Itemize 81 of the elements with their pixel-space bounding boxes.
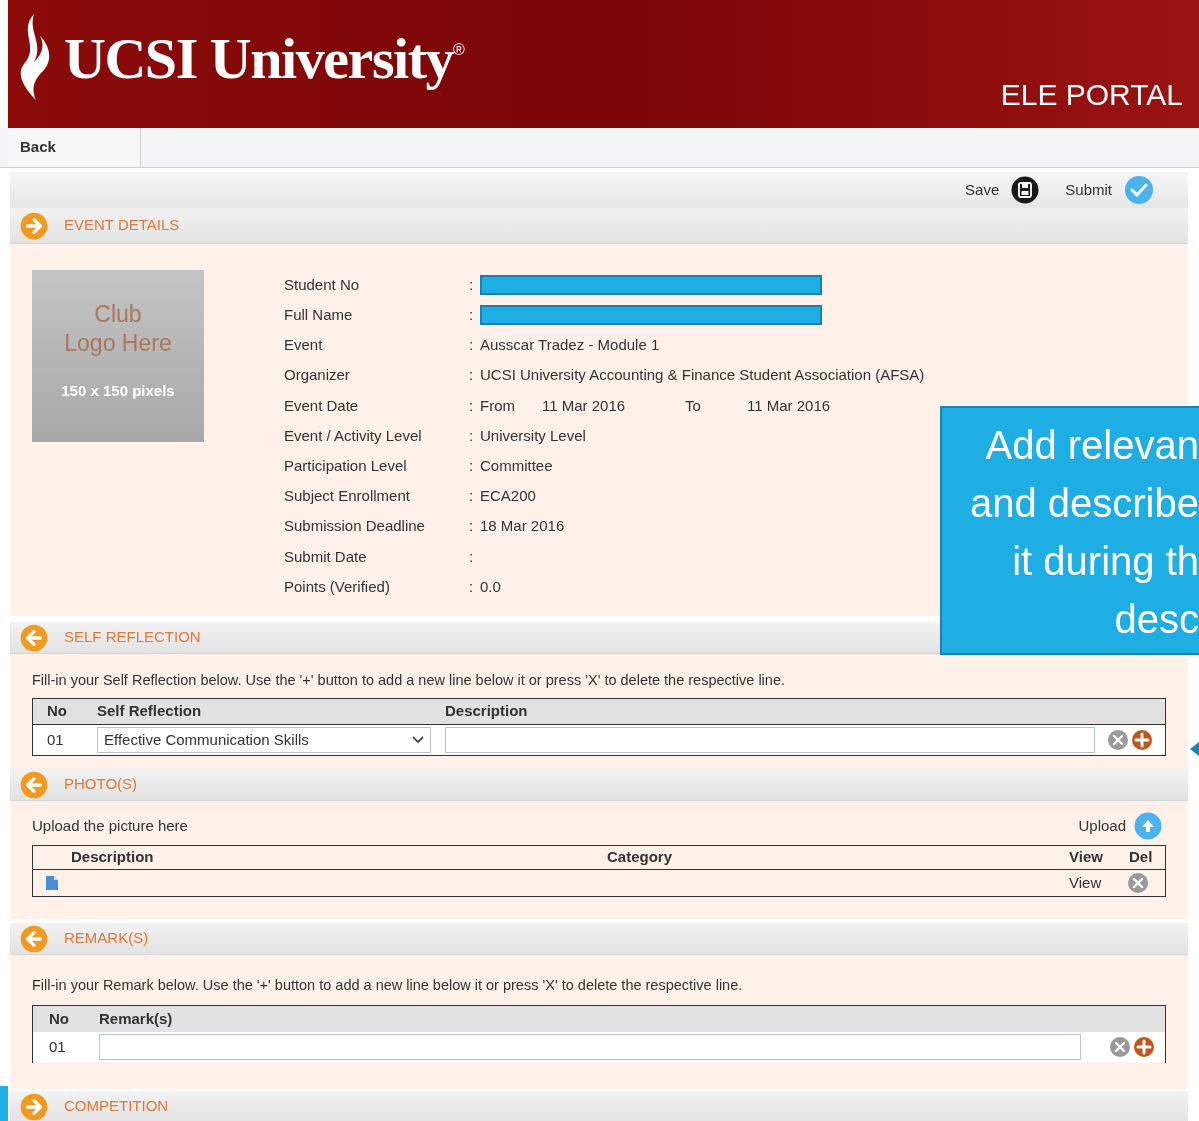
row-number: 01 [46, 729, 65, 750]
field-colon: : [469, 395, 475, 416]
field-value: ECA200 [480, 486, 536, 507]
add-icon[interactable] [1131, 728, 1153, 751]
field-colon: : [469, 455, 475, 476]
submit-button[interactable]: Submit [1065, 175, 1154, 205]
field-value: 18 Mar 2016 [480, 516, 565, 537]
section-title: COMPETITION [64, 1096, 169, 1117]
section-title: SELF REFLECTION [64, 627, 201, 648]
column-header: Category [607, 847, 674, 868]
placeholder-text: Logo Here [64, 329, 172, 358]
section-title: REMARK(S) [64, 928, 149, 949]
field-value: 0.0 [480, 576, 501, 597]
registered-mark: ® [453, 41, 465, 58]
field-colon: : [469, 335, 475, 356]
column-header: Self Reflection [97, 701, 203, 721]
delete-icon[interactable] [1127, 872, 1150, 894]
save-button[interactable]: Save [965, 176, 1040, 204]
column-header: No [48, 1008, 70, 1029]
field-label: Submit Date [284, 546, 368, 567]
field-label: Subject Enrollment [284, 486, 411, 507]
field-colon: : [469, 274, 475, 295]
university-name: UCSI University [64, 24, 454, 93]
upload-button[interactable]: Upload [1078, 812, 1162, 840]
field-label: Participation Level [284, 455, 408, 476]
row-number: 01 [48, 1036, 67, 1057]
skill-dropdown[interactable]: Effective Communication Skills [97, 726, 431, 753]
field-value: University Level [480, 425, 586, 446]
portal-title: ELE PORTAL [1000, 77, 1183, 113]
field-value: Committee [480, 455, 553, 476]
field-value: UCSI University Accounting & Finance Student Association (AFSA) [480, 365, 925, 386]
field-value: 11 Mar 2016 [542, 395, 627, 416]
column-header: View [1069, 847, 1104, 868]
checkmark-icon[interactable] [1124, 175, 1154, 205]
field-colon: : [469, 305, 475, 326]
field-value: To [685, 395, 702, 416]
column-header: Description [70, 847, 155, 868]
field-label: Event [284, 335, 324, 356]
field-label: Event Date [284, 395, 360, 416]
column-header: No [46, 701, 68, 721]
instruction-text: Fill-in your Self Reflection below. Use the '+' button to add a new line below it or press 'X' to delete the respective line. [32, 671, 786, 690]
chevron-down-icon [412, 735, 424, 744]
remark-field[interactable] [99, 1033, 1081, 1060]
field-colon: : [469, 486, 475, 507]
field-value: From [480, 395, 516, 416]
field-label: Organizer [284, 365, 351, 386]
field-label: Student No [284, 274, 361, 295]
placeholder-text: Club [94, 300, 142, 329]
callout-text: Add relevan [985, 422, 1199, 469]
add-icon[interactable] [1133, 1035, 1155, 1058]
field-value: Ausscar Tradez - Module 1 [480, 335, 660, 356]
delete-icon[interactable] [1109, 1035, 1131, 1058]
field-label: Full Name [284, 305, 354, 326]
column-header: Remark(s) [99, 1008, 173, 1029]
delete-icon[interactable] [1107, 728, 1129, 751]
description-field[interactable] [445, 726, 1095, 753]
field-value: 11 Mar 2016 [747, 395, 831, 416]
section-title: EVENT DETAILS [64, 215, 180, 236]
field-colon: : [469, 516, 475, 537]
field-label: Submission Deadline [284, 516, 426, 537]
instruction-text: Upload the picture here [32, 815, 188, 836]
field-colon: : [469, 576, 475, 597]
view-link[interactable]: View [1069, 871, 1102, 895]
instruction-text: Fill-in your Remark below. Use the '+' button to add a new line below it or press 'X' to delete the respective line. [32, 976, 744, 995]
placeholder-size: 150 x 150 pixels [61, 381, 175, 401]
section-title: PHOTO(S) [64, 774, 138, 795]
tooltip-pointer-icon [1190, 742, 1199, 756]
field-colon: : [469, 425, 475, 446]
slide-edge [0, 1086, 8, 1121]
document-icon[interactable] [45, 875, 59, 891]
column-header: Del [1129, 847, 1153, 868]
callout-text: it during th [1012, 538, 1199, 585]
upload-icon [1134, 812, 1162, 840]
field-colon: : [469, 546, 475, 567]
field-label: Points (Verified) [284, 576, 391, 597]
field-colon: : [469, 365, 475, 386]
floppy-disk-icon[interactable] [1011, 176, 1040, 204]
callout-text: and describe [969, 480, 1199, 527]
field-label: Event / Activity Level [284, 425, 423, 446]
back-button[interactable]: Back [8, 128, 141, 167]
column-header: Description [445, 701, 528, 721]
